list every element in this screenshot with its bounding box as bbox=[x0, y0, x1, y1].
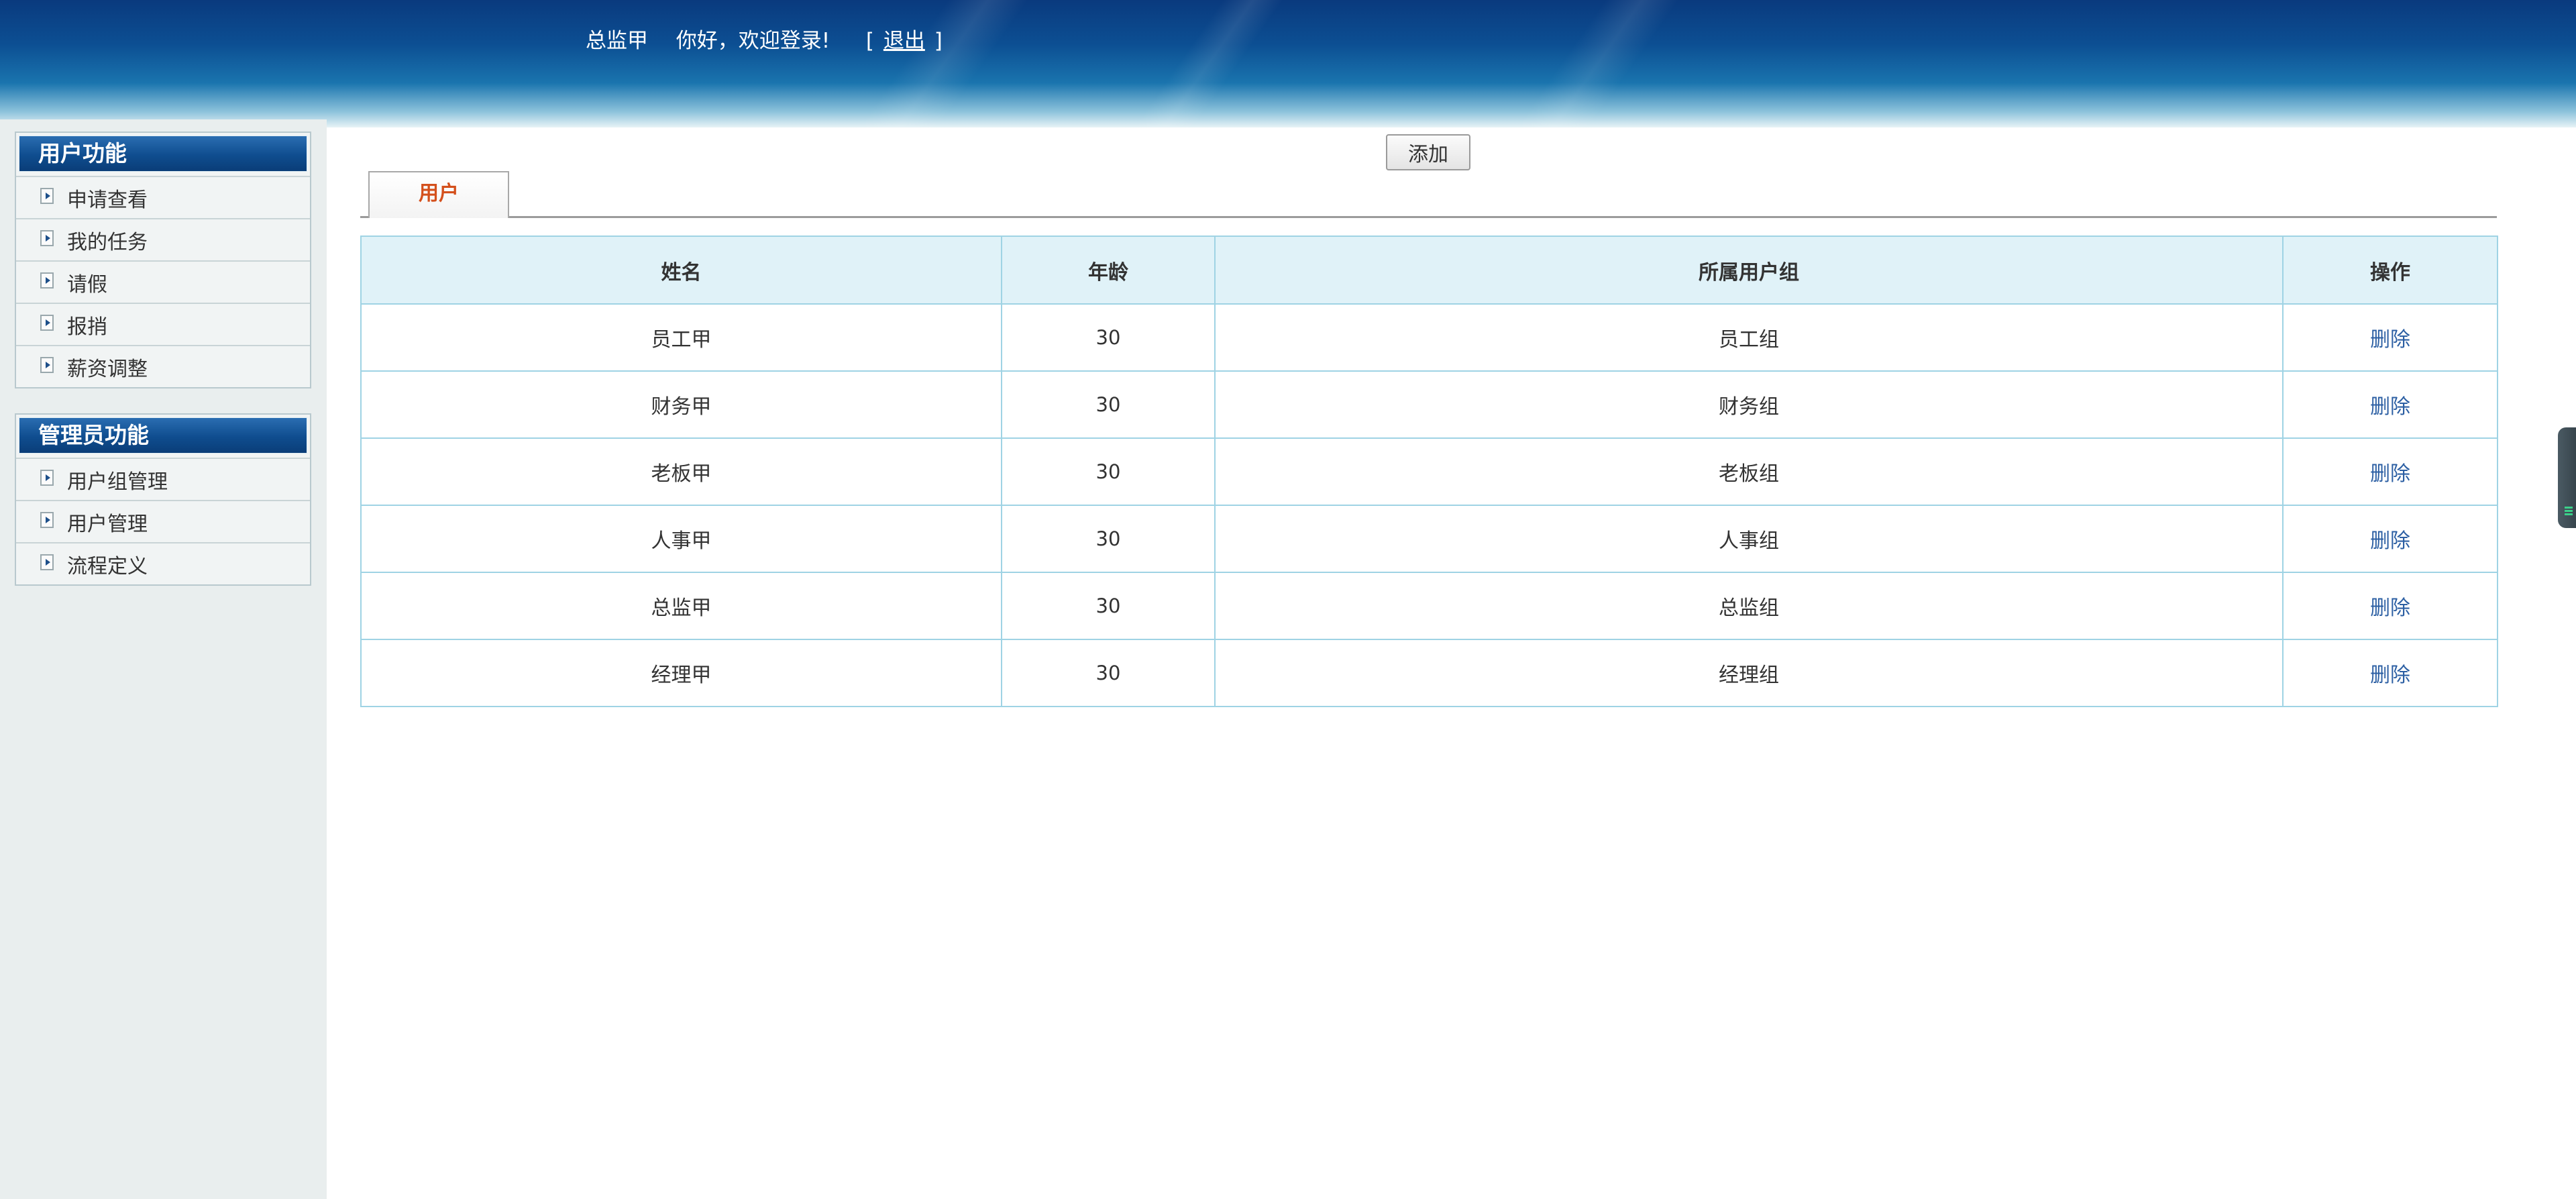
cell-age: 30 bbox=[1001, 572, 1216, 640]
cell-group: 总监组 bbox=[1214, 572, 2284, 640]
sidebar-item-group-management[interactable]: 用户组管理 bbox=[16, 458, 310, 500]
sidebar-item-label: 报捎 bbox=[67, 315, 107, 339]
cell-group: 员工组 bbox=[1214, 303, 2284, 372]
sidebar-item-my-tasks[interactable]: 我的任务 bbox=[16, 218, 310, 260]
current-user-name: 总监甲 bbox=[586, 29, 648, 53]
cell-name: 总监甲 bbox=[360, 572, 1002, 640]
cell-action: 删除 bbox=[2282, 572, 2498, 640]
delete-link[interactable]: 删除 bbox=[2370, 664, 2410, 687]
arrow-right-icon bbox=[40, 229, 54, 246]
cell-group: 人事组 bbox=[1214, 505, 2284, 573]
user-bar: 总监甲 你好，欢迎登录! [ 退出 ] bbox=[586, 25, 945, 56]
cell-age: 30 bbox=[1001, 303, 1216, 372]
sidebar-item-expense[interactable]: 报捎 bbox=[16, 303, 310, 345]
welcome-text: 你好，欢迎登录! bbox=[676, 29, 830, 53]
sidebar-item-leave[interactable]: 请假 bbox=[16, 260, 310, 303]
cell-name: 人事甲 bbox=[360, 505, 1002, 573]
cell-age: 30 bbox=[1001, 370, 1216, 439]
table-row: 老板甲 30 老板组 删除 bbox=[360, 437, 2498, 506]
cell-age: 30 bbox=[1001, 437, 1216, 506]
delete-link[interactable]: 删除 bbox=[2370, 462, 2410, 486]
logout-link[interactable]: 退出 bbox=[883, 25, 925, 56]
sidebar-item-process-definition[interactable]: 流程定义 bbox=[16, 542, 310, 584]
sidebar-item-user-management[interactable]: 用户管理 bbox=[16, 500, 310, 542]
sidebar-item-label: 用户管理 bbox=[67, 512, 148, 536]
side-panel-handle[interactable] bbox=[2558, 427, 2576, 528]
cell-group: 老板组 bbox=[1214, 437, 2284, 506]
menu-group-title: 用户功能 bbox=[19, 136, 307, 172]
cell-group: 财务组 bbox=[1214, 370, 2284, 439]
tab-users[interactable]: 用户 bbox=[368, 171, 509, 218]
sidebar: 用户功能 申请查看 我的任务 请假 报捎 薪资调整 管理员功能 用户组管理 用户… bbox=[0, 119, 327, 1199]
column-header-action: 操作 bbox=[2282, 236, 2498, 305]
arrow-right-icon bbox=[40, 554, 54, 570]
delete-link[interactable]: 删除 bbox=[2370, 395, 2410, 419]
bracket-close: ] bbox=[934, 29, 943, 53]
table-row: 财务甲 30 财务组 删除 bbox=[360, 370, 2498, 439]
delete-link[interactable]: 删除 bbox=[2370, 529, 2410, 553]
menu-group-title: 管理员功能 bbox=[19, 417, 307, 454]
cell-name: 经理甲 bbox=[360, 639, 1002, 707]
table-row: 员工甲 30 员工组 删除 bbox=[360, 303, 2498, 372]
tab-bar: 用户 bbox=[360, 170, 2497, 218]
delete-link[interactable]: 删除 bbox=[2370, 596, 2410, 620]
sidebar-item-label: 薪资调整 bbox=[67, 357, 148, 381]
arrow-right-icon bbox=[40, 187, 54, 204]
handle-indicator-icon bbox=[2565, 507, 2573, 516]
arrow-right-icon bbox=[40, 469, 54, 486]
cell-name: 财务甲 bbox=[360, 370, 1002, 439]
delete-link[interactable]: 删除 bbox=[2370, 328, 2410, 352]
column-header-group: 所属用户组 bbox=[1214, 236, 2284, 305]
sidebar-item-label: 申请查看 bbox=[67, 188, 148, 212]
sidebar-item-application-view[interactable]: 申请查看 bbox=[16, 176, 310, 218]
banner-decoration bbox=[844, 0, 1048, 127]
arrow-right-icon bbox=[40, 272, 54, 289]
cell-action: 删除 bbox=[2282, 639, 2498, 707]
menu-group-user-functions: 用户功能 申请查看 我的任务 请假 报捎 薪资调整 bbox=[15, 132, 311, 388]
cell-name: 员工甲 bbox=[360, 303, 1002, 372]
table-row: 总监甲 30 总监组 删除 bbox=[360, 572, 2498, 640]
sidebar-item-label: 我的任务 bbox=[67, 230, 148, 254]
cell-age: 30 bbox=[1001, 505, 1216, 573]
sidebar-item-label: 用户组管理 bbox=[67, 470, 168, 494]
sidebar-item-label: 请假 bbox=[67, 272, 107, 297]
cell-name: 老板甲 bbox=[360, 437, 1002, 506]
banner-decoration bbox=[1501, 0, 1699, 127]
top-banner: 总监甲 你好，欢迎登录! [ 退出 ] bbox=[0, 0, 2576, 127]
add-button[interactable]: 添加 bbox=[1386, 134, 1470, 170]
column-header-name: 姓名 bbox=[360, 236, 1002, 305]
column-header-age: 年龄 bbox=[1001, 236, 1216, 305]
cell-action: 删除 bbox=[2282, 303, 2498, 372]
cell-age: 30 bbox=[1001, 639, 1216, 707]
cell-action: 删除 bbox=[2282, 437, 2498, 506]
sidebar-item-salary-adjust[interactable]: 薪资调整 bbox=[16, 345, 310, 387]
arrow-right-icon bbox=[40, 511, 54, 528]
sidebar-item-label: 流程定义 bbox=[67, 554, 148, 578]
cell-action: 删除 bbox=[2282, 370, 2498, 439]
cell-action: 删除 bbox=[2282, 505, 2498, 573]
table-row: 经理甲 30 经理组 删除 bbox=[360, 639, 2498, 707]
table-row: 人事甲 30 人事组 删除 bbox=[360, 505, 2498, 573]
table-header-row: 姓名 年龄 所属用户组 操作 bbox=[360, 236, 2498, 305]
banner-decoration bbox=[1119, 0, 1303, 127]
users-table: 姓名 年龄 所属用户组 操作 员工甲 30 员工组 删除 财务甲 30 财务组 … bbox=[360, 236, 2498, 707]
menu-group-admin-functions: 管理员功能 用户组管理 用户管理 流程定义 bbox=[15, 413, 311, 586]
arrow-right-icon bbox=[40, 356, 54, 373]
arrow-right-icon bbox=[40, 314, 54, 331]
bracket-open: [ bbox=[865, 29, 874, 53]
cell-group: 经理组 bbox=[1214, 639, 2284, 707]
